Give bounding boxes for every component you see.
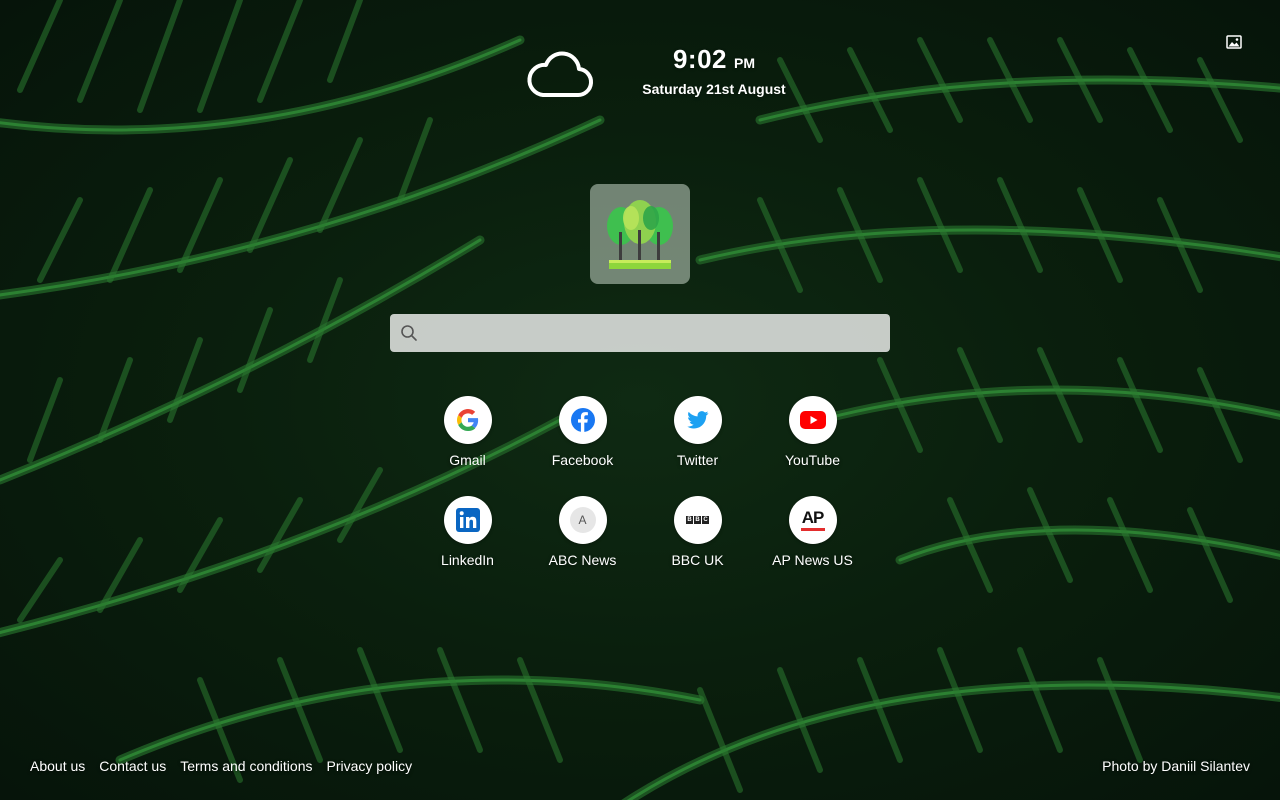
shortcut-abc-news-circle: A [558,496,607,544]
shortcut-twitter-circle [673,396,722,444]
twitter-icon [686,411,708,429]
cloud-icon [527,51,593,98]
shortcut-ap-news-circle: AP [788,496,837,544]
shortcut-label: Twitter [676,452,719,468]
shortcut-label: LinkedIn [441,552,494,568]
footer-link-privacy[interactable]: Privacy policy [327,758,413,774]
shortcut-gmail-circle [443,396,492,444]
abc-news-glyph: A [578,513,587,527]
shortcut-abc-news[interactable]: A ABC News [525,496,640,568]
ap-news-icon: AP [800,507,825,531]
app-logo [590,184,690,284]
search-bar[interactable] [390,314,890,352]
bbc-block-b2: B [694,516,701,524]
linkedin-icon [455,508,480,532]
trees-logo-icon [607,200,673,269]
footer-link-about[interactable]: About us [30,758,85,774]
shortcut-label: ABC News [548,552,617,568]
shortcut-linkedin-circle [443,496,492,544]
time-row: 9:02 PM [630,44,798,75]
bbc-block-b1: B [686,516,693,524]
shortcuts-grid: Gmail Facebook Twitter YouTube LinkedIn … [410,396,870,568]
shortcut-label: YouTube [784,452,840,468]
shortcut-label: BBC UK [671,552,724,568]
clock-date: Saturday 21st August [642,81,786,97]
facebook-icon [570,408,595,432]
weather-widget[interactable] [525,48,595,100]
shortcut-gmail[interactable]: Gmail [410,396,525,468]
wallpaper-button[interactable] [1224,32,1244,52]
shortcut-facebook-circle [558,396,607,444]
shortcut-bbc-uk[interactable]: B B C BBC UK [640,496,755,568]
shortcut-bbc-uk-circle: B B C [673,496,722,544]
ap-news-underline [800,527,825,531]
search-icon [401,325,417,341]
shortcut-label: AP News US [772,552,853,568]
footer-links: About us Contact us Terms and conditions… [30,758,426,774]
ap-news-glyph: AP [801,507,825,527]
abc-news-icon: A [569,507,596,533]
shortcut-linkedin[interactable]: LinkedIn [410,496,525,568]
search-icon-wrap [390,314,428,352]
shortcut-youtube[interactable]: YouTube [755,396,870,468]
shortcut-label: Gmail [449,452,486,468]
bbc-block-c: C [702,516,709,524]
shortcut-ap-news[interactable]: AP AP News US [755,496,870,568]
shortcut-label: Facebook [551,452,614,468]
clock-time: 9:02 [672,44,728,74]
google-icon [456,409,478,431]
bbc-icon: B B C [686,516,709,524]
image-icon [1226,35,1242,49]
clock-widget: 9:02 PM Saturday 21st August [630,44,798,97]
clock-ampm: PM [734,55,756,71]
shortcut-youtube-circle [788,396,837,444]
photo-credit[interactable]: Photo by Daniil Silantev [1102,758,1250,774]
footer-link-terms[interactable]: Terms and conditions [180,758,312,774]
youtube-icon [799,411,826,429]
shortcut-facebook[interactable]: Facebook [525,396,640,468]
search-input[interactable] [428,314,890,352]
shortcut-twitter[interactable]: Twitter [640,396,755,468]
footer-link-contact[interactable]: Contact us [99,758,166,774]
